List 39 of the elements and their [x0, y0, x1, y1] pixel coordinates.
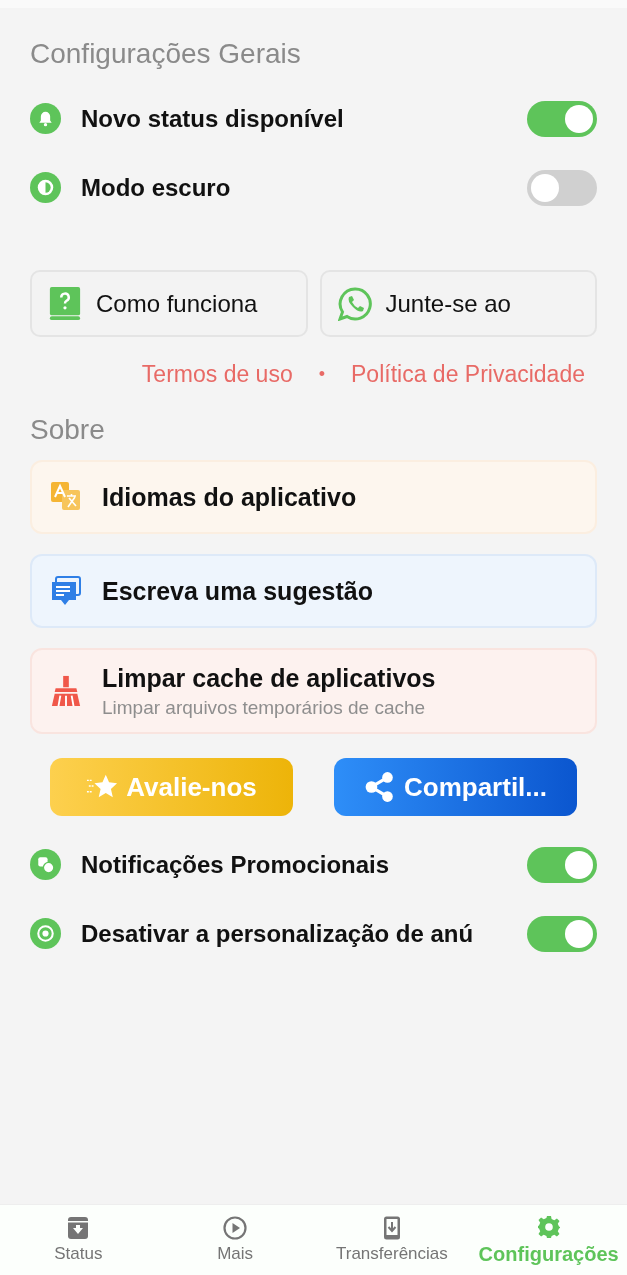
join-button[interactable]: Junte-se ao [319, 270, 597, 337]
play-icon [223, 1216, 248, 1240]
nav-tab[interactable]: Transferências [313, 1205, 471, 1275]
chat-phone-icon [337, 286, 372, 321]
download-box-icon [66, 1216, 91, 1240]
card-title: Escreva uma sugestão [102, 576, 373, 606]
toggle-switch[interactable] [527, 169, 597, 206]
nav-tab[interactable]: Mais [156, 1205, 314, 1275]
setting-label: Notificações Promocionais [81, 850, 391, 879]
setting-label: Novo status disponível [81, 104, 345, 133]
toggle-switch[interactable] [527, 915, 597, 952]
card-title: Idiomas do aplicativo [102, 482, 357, 512]
share-icon [364, 771, 396, 803]
translate-icon [50, 481, 82, 513]
card-title: Limpar cache de aplicativos [102, 663, 436, 693]
gear-icon [536, 1214, 561, 1239]
section-title: Sobre [30, 414, 106, 446]
message-icon [50, 575, 82, 607]
privacy-link[interactable]: Política de Privacidade [351, 361, 585, 388]
card-subtitle: Limpar arquivos temporários de cache [102, 696, 427, 719]
target-icon [30, 918, 61, 949]
squares-icon [30, 849, 61, 880]
terms-link[interactable]: Termos de uso [141, 361, 293, 388]
settings-card[interactable]: Idiomas do aplicativo [30, 460, 597, 534]
help-book-icon [48, 286, 82, 321]
share-button[interactable]: Compartil... [334, 758, 577, 816]
nav-tab[interactable]: Status [0, 1205, 157, 1275]
separator-dot: • [318, 364, 326, 385]
settings-card[interactable]: Escreva uma sugestão [30, 554, 597, 628]
settings-card[interactable]: Limpar cache de aplicativos Limpar arquivos temporários de cache [30, 648, 597, 734]
setting-label: Modo escuro [81, 173, 232, 202]
toggle-switch[interactable] [527, 100, 597, 137]
bell-icon [30, 103, 61, 134]
how-it-works-button[interactable]: Como funciona [30, 270, 308, 337]
setting-label: Desativar a personalização de anú [81, 919, 475, 948]
broom-icon [50, 675, 82, 707]
contrast-icon [30, 172, 61, 203]
section-title: Configurações Gerais [30, 38, 302, 70]
toggle-switch[interactable] [527, 846, 597, 883]
